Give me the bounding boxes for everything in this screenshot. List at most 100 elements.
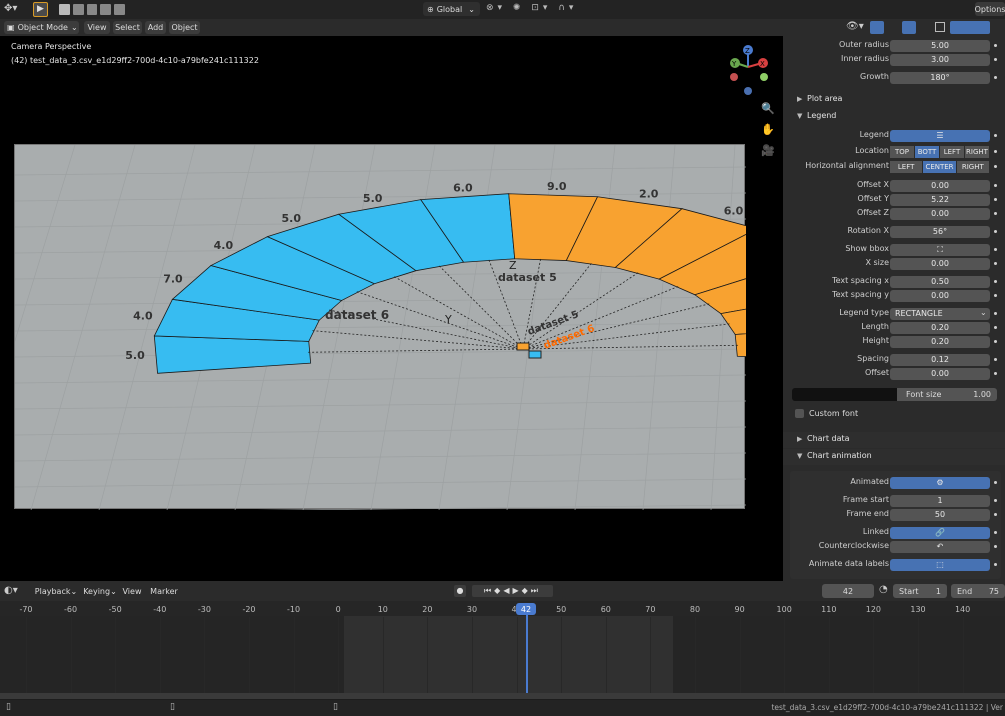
pan-hand-icon[interactable]: ✋ xyxy=(761,123,775,136)
outer-radius-field[interactable]: 5.00 xyxy=(890,40,990,52)
keyframe-dot-icon[interactable] xyxy=(994,212,997,215)
timeline-scrollbar[interactable] xyxy=(0,693,1005,699)
3d-viewport[interactable]: Camera Perspective (42) test_data_3.csv_… xyxy=(0,36,925,581)
keyframe-dot-icon[interactable] xyxy=(994,513,997,516)
record-icon[interactable]: ● xyxy=(454,585,466,597)
legend-toggle-row-toggle[interactable]: ☰ xyxy=(890,130,990,142)
spacing-field[interactable]: 0.12 xyxy=(890,354,990,366)
select-cursor-icon[interactable]: ▶ xyxy=(33,2,48,17)
zoom-icon[interactable]: 🔍 xyxy=(761,102,775,115)
location-option-right[interactable]: RIGHT xyxy=(965,146,989,158)
overlay-icon[interactable] xyxy=(902,21,916,34)
length-field[interactable]: 0.20 xyxy=(890,322,990,334)
keyframe-dot-icon[interactable] xyxy=(994,372,997,375)
visibility-icon[interactable]: 👁▾ xyxy=(846,21,864,32)
keyframe-dot-icon[interactable] xyxy=(994,230,997,233)
keyframe-dot-icon[interactable] xyxy=(994,76,997,79)
rotation-x-field[interactable]: 56° xyxy=(890,226,990,238)
legend-type-field[interactable]: RECTANGLE xyxy=(890,308,990,320)
location-option-left[interactable]: LEFT xyxy=(940,146,964,158)
keyframe-dot-icon[interactable] xyxy=(994,165,997,168)
section-chart-data[interactable]: ▶ Chart data xyxy=(783,432,1005,448)
font-size-slider[interactable]: Font size 1.00 xyxy=(792,388,997,401)
animate-data-labels-toggle[interactable]: ⬚ xyxy=(890,559,990,571)
frame-end-field[interactable]: 50 xyxy=(890,509,990,521)
offset-y-field[interactable]: 5.22 xyxy=(890,194,990,206)
menu-view[interactable]: View xyxy=(84,21,110,34)
timeline-gridline xyxy=(26,617,27,693)
select-mode-icons[interactable] xyxy=(59,4,125,15)
options-button[interactable]: Options xyxy=(975,2,1005,16)
transform-orientation-dropdown[interactable]: ⊕ Global ⌄ xyxy=(423,2,480,16)
editor-type-icon[interactable]: ✥▾ xyxy=(4,3,24,16)
animated-toggle[interactable]: ⚙ xyxy=(890,477,990,489)
custom-font-checkbox[interactable] xyxy=(795,409,804,418)
keyframe-dot-icon[interactable] xyxy=(994,499,997,502)
text-spacing-y-field[interactable]: 0.00 xyxy=(890,290,990,302)
menu-object[interactable]: Object xyxy=(169,21,200,34)
keyframe-dot-icon[interactable] xyxy=(994,280,997,283)
keyframe-dot-icon[interactable] xyxy=(994,294,997,297)
frame-end-field[interactable]: End 75 xyxy=(951,584,1005,598)
offset-field[interactable]: 0.00 xyxy=(890,368,990,380)
offset-x-field[interactable]: 0.00 xyxy=(890,180,990,192)
keyframe-dot-icon[interactable] xyxy=(994,184,997,187)
horizontal-alignment-option-center[interactable]: CENTER xyxy=(923,161,956,173)
counterclockwise-toggle[interactable]: ↶ xyxy=(890,541,990,553)
menu-marker[interactable]: Marker xyxy=(148,584,180,598)
keyframe-dot-icon[interactable] xyxy=(994,198,997,201)
horizontal-alignment-option-left[interactable]: LEFT xyxy=(890,161,923,173)
x-size-field[interactable]: 0.00 xyxy=(890,258,990,270)
inner-radius-field[interactable]: 3.00 xyxy=(890,54,990,66)
section-chart-animation[interactable]: ▼ Chart animation xyxy=(783,449,1005,465)
section-legend[interactable]: ▼ Legend xyxy=(783,109,1005,125)
keyframe-dot-icon[interactable] xyxy=(994,262,997,265)
keyframe-dot-icon[interactable] xyxy=(994,358,997,361)
mode-dropdown[interactable]: ▣ Object Mode ⌄ xyxy=(4,21,79,34)
offset-x-label: Offset X xyxy=(856,180,889,189)
keyframe-dot-icon[interactable] xyxy=(994,481,997,484)
keyframe-dot-icon[interactable] xyxy=(994,545,997,548)
keyframe-dot-icon[interactable] xyxy=(994,563,997,566)
animate-data-labels-label: Animate data labels xyxy=(808,559,889,568)
keyframe-dot-icon[interactable] xyxy=(994,326,997,329)
keyframe-dot-icon[interactable] xyxy=(994,58,997,61)
keyframe-dot-icon[interactable] xyxy=(994,150,997,153)
show-bbox-toggle[interactable]: ⛶ xyxy=(890,244,990,256)
height-field[interactable]: 0.20 xyxy=(890,336,990,348)
pivot-snap-icons[interactable]: ⊗▾ ✺ ⊡▾ ∩▾ xyxy=(486,3,584,16)
playhead-frame-label[interactable]: 42 xyxy=(516,603,536,615)
location-option-bott[interactable]: BOTT xyxy=(915,146,939,158)
keyframe-dot-icon[interactable] xyxy=(994,248,997,251)
frame-start-field[interactable]: Start 1 xyxy=(893,584,947,598)
text-spacing-x-field[interactable]: 0.50 xyxy=(890,276,990,288)
xray-icon[interactable] xyxy=(935,22,945,32)
growth-field[interactable]: 180° xyxy=(890,72,990,84)
horizontal-alignment-option-right[interactable]: RIGHT xyxy=(956,161,989,173)
linked-toggle[interactable]: 🔗 xyxy=(890,527,990,539)
playback-controls[interactable]: ⏮◆◀▶◆⏭ xyxy=(472,585,553,597)
location-option-top[interactable]: TOP xyxy=(890,146,914,158)
keyframe-dot-icon[interactable] xyxy=(994,531,997,534)
section-plot-area[interactable]: ▶ Plot area xyxy=(783,92,1005,108)
menu-add[interactable]: Add xyxy=(145,21,166,34)
menu-playback[interactable]: Playback ⌄ xyxy=(31,584,81,598)
timeline-gridline xyxy=(650,617,652,693)
keyframe-dot-icon[interactable] xyxy=(994,44,997,47)
menu-select[interactable]: Select xyxy=(113,21,142,34)
keyframe-dot-icon[interactable] xyxy=(994,312,997,315)
keyframe-dot-icon[interactable] xyxy=(994,134,997,137)
playhead-line[interactable] xyxy=(526,604,528,693)
current-frame-field[interactable]: 42 xyxy=(822,584,874,598)
navigation-gizmo[interactable]: Z X Y xyxy=(724,41,774,99)
camera-icon[interactable]: 🎥 xyxy=(761,144,775,157)
offset-z-field[interactable]: 0.00 xyxy=(890,208,990,220)
menu-timeline-view[interactable]: View xyxy=(120,584,144,598)
menu-keying[interactable]: Keying ⌄ xyxy=(80,584,120,598)
timeline-editor-icon[interactable]: ◐▾ xyxy=(4,585,18,596)
frame-start-field[interactable]: 1 xyxy=(890,495,990,507)
keyframe-dot-icon[interactable] xyxy=(994,340,997,343)
clock-icon[interactable]: ◔ xyxy=(879,584,888,595)
shading-solid-icon[interactable] xyxy=(950,21,990,34)
gizmo-toggle-icon[interactable] xyxy=(870,21,884,34)
